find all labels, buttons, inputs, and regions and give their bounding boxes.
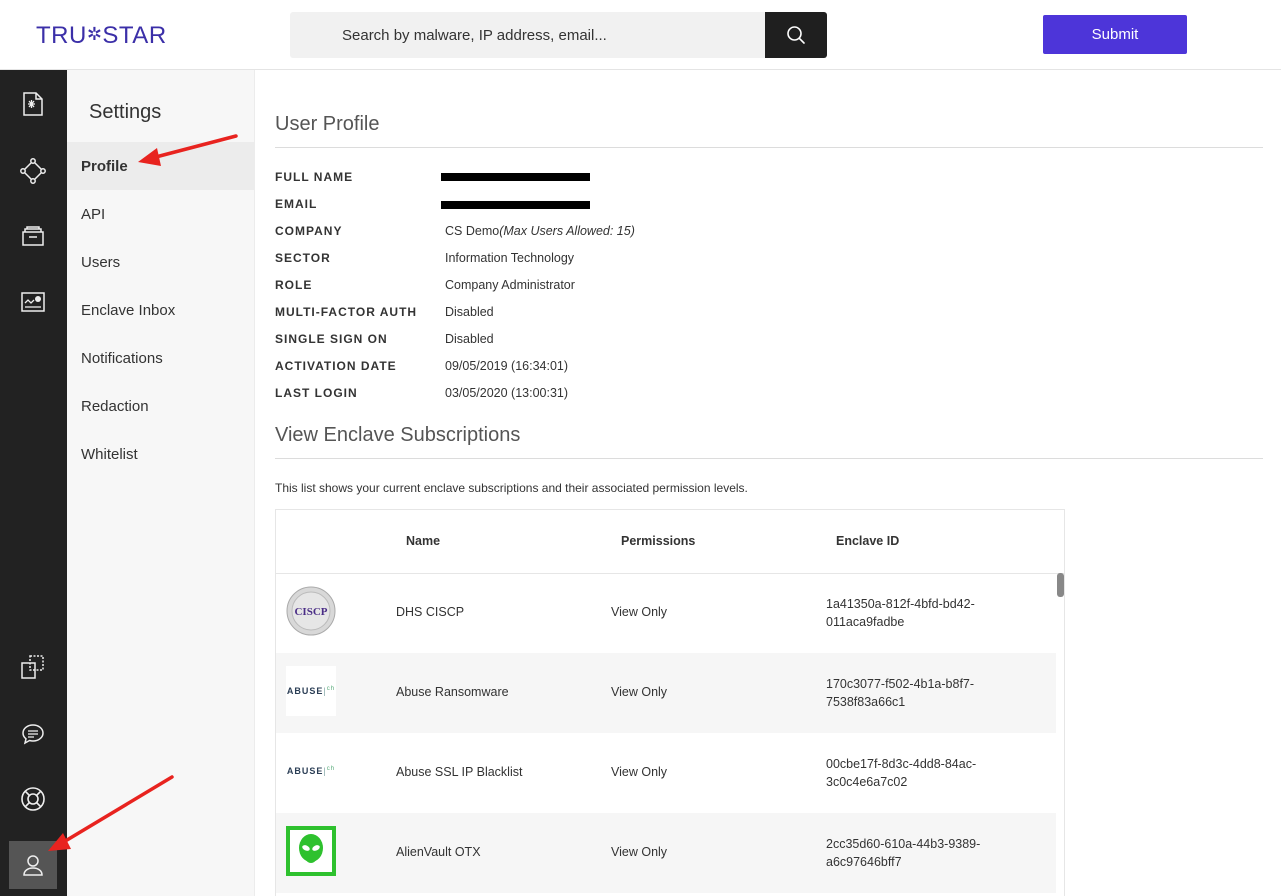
field-value-mfa: Disabled [445, 305, 494, 319]
enclave-permissions: View Only [611, 685, 668, 699]
enclave-subscriptions-title: View Enclave Subscriptions [275, 424, 521, 446]
enclave-permissions: View Only [611, 845, 668, 859]
enclave-table: Name Permissions Enclave ID CISCP DHS CI… [275, 509, 1065, 896]
enclave-divider [275, 458, 1263, 459]
search-input[interactable] [290, 12, 765, 58]
abuse-logo-text: ABUSE [286, 686, 324, 696]
user-profile-button[interactable] [9, 841, 57, 889]
logo-star-icon: ✲ [86, 24, 103, 44]
enclave-id-line1: 170c3077-f502-4b1a-b8f7- [826, 677, 975, 691]
table-scrollbar[interactable] [1057, 573, 1064, 597]
sidebar-item-redaction[interactable]: Redaction [67, 382, 254, 430]
field-value-last-login: 03/05/2020 (13:00:31) [445, 386, 569, 400]
search-button[interactable] [765, 12, 827, 58]
enclave-name: Abuse SSL IP Blacklist [396, 765, 523, 779]
search-bar [290, 12, 827, 58]
field-value-role: Company Administrator [445, 278, 575, 292]
sidebar-item-profile[interactable]: Profile [67, 142, 254, 190]
enclave-id-line2: a6c97646bff7 [826, 855, 902, 869]
enclave-id-line2: 3c0c4e6a7c02 [826, 775, 908, 789]
top-header: TRU✲STAR Submit [0, 0, 1281, 70]
enclave-permissions: View Only [611, 605, 668, 619]
field-value-sso: Disabled [445, 332, 494, 346]
redacted-email [441, 201, 590, 209]
abuse-logo: ABUSE|ch [286, 666, 336, 716]
field-label-activation-date: ACTIVATION DATE [275, 359, 397, 373]
alienvault-logo [286, 826, 336, 876]
sidebar-item-enclave-inbox[interactable]: Enclave Inbox [67, 286, 254, 334]
submit-button[interactable]: Submit [1043, 15, 1187, 54]
sidebar-item-whitelist[interactable]: Whitelist [67, 430, 254, 478]
enclave-id-line1: 1a41350a-812f-4bfd-bd42- [826, 597, 975, 611]
column-header-name[interactable]: Name [406, 534, 440, 548]
field-label-email: EMAIL [275, 197, 318, 211]
field-label-mfa: MULTI-FACTOR AUTH [275, 305, 418, 319]
field-value-sector: Information Technology [445, 251, 575, 265]
field-label-last-login: LAST LOGIN [275, 386, 358, 400]
enclave-id-line2: 7538f83a66c1 [826, 695, 906, 709]
enclave-id-line1: 2cc35d60-610a-44b3-9389- [826, 837, 981, 851]
column-header-enclave-id[interactable]: Enclave ID [836, 534, 899, 548]
abuse-logo-text: ABUSE [286, 766, 324, 776]
enclave-permissions: View Only [611, 765, 668, 779]
enclave-id: 2cc35d60-610a-44b3-9389- a6c97646bff7 [826, 835, 996, 871]
enclave-id-line1: 00cbe17f-8d3c-4dd8-84ac- [826, 757, 977, 771]
sidebar-item-notifications[interactable]: Notifications [67, 334, 254, 382]
sidebar-item-users[interactable]: Users [67, 238, 254, 286]
field-label-sector: SECTOR [275, 251, 331, 265]
dashboard-icon[interactable] [20, 289, 46, 315]
ciscp-logo-text: CISCP [294, 606, 327, 618]
integrations-icon[interactable] [20, 654, 46, 680]
enclave-intro-text: This list shows your current enclave sub… [275, 481, 748, 495]
enclave-id-line2: 011aca9fadbe [826, 615, 905, 629]
logo-text-right: STAR [102, 22, 167, 49]
field-label-company: COMPANY [275, 224, 343, 238]
field-value-activation-date: 09/05/2019 (16:34:01) [445, 359, 569, 373]
field-value-company: CS Demo(Max Users Allowed: 15) [445, 224, 635, 238]
enclave-id: 1a41350a-812f-4bfd-bd42- 011aca9fadbe [826, 595, 996, 631]
ciscp-logo: CISCP [286, 586, 336, 636]
sidebar-item-api[interactable]: API [67, 190, 254, 238]
abuse-logo: ABUSE|ch [286, 766, 336, 776]
company-name: CS Demo [445, 224, 500, 238]
column-header-permissions[interactable]: Permissions [621, 534, 695, 548]
table-row[interactable]: ABUSE|ch Abuse Ransomware View Only 170c… [276, 653, 1056, 733]
icon-rail [0, 70, 67, 896]
user-icon [23, 855, 43, 876]
enclave-name: AlienVault OTX [396, 845, 481, 859]
enclave-id: 170c3077-f502-4b1a-b8f7- 7538f83a66c1 [826, 675, 996, 711]
enclave-name: DHS CISCP [396, 605, 465, 619]
app-root: TRU✲STAR Submit [0, 0, 1281, 896]
field-label-sso: SINGLE SIGN ON [275, 332, 388, 346]
trustar-logo[interactable]: TRU✲STAR [36, 22, 167, 50]
field-label-full-name: FULL NAME [275, 170, 354, 184]
table-row[interactable]: CISCP DHS CISCP View Only 1a41350a-812f-… [276, 573, 1056, 653]
abuse-logo-suffix: ch [326, 766, 336, 772]
abuse-logo-suffix: ch [326, 686, 336, 692]
help-icon[interactable] [20, 786, 46, 812]
logo-text-left: TRU [36, 22, 87, 49]
company-max-users-note: (Max Users Allowed: 15) [499, 224, 635, 238]
profile-divider [275, 147, 1263, 148]
table-row[interactable]: AlienVault OTX View Only 2cc35d60-610a-4… [276, 813, 1056, 893]
user-profile-title: User Profile [275, 113, 380, 135]
graph-icon[interactable] [20, 158, 46, 184]
archive-icon[interactable] [20, 223, 46, 249]
chat-icon[interactable] [20, 721, 46, 747]
field-label-role: ROLE [275, 278, 313, 292]
main-content: User Profile FULL NAME EMAIL COMPANY CS … [255, 70, 1281, 896]
settings-title: Settings [89, 101, 162, 123]
redacted-full-name [441, 173, 590, 181]
enclave-id: 00cbe17f-8d3c-4dd8-84ac- 3c0c4e6a7c02 [826, 755, 996, 791]
settings-sidebar: Settings Profile API Users Enclave Inbox… [67, 70, 255, 896]
table-row[interactable]: ABUSE|ch Abuse SSL IP Blacklist View Onl… [276, 733, 1056, 813]
reports-icon[interactable] [20, 91, 46, 117]
enclave-name: Abuse Ransomware [396, 685, 509, 699]
search-icon [787, 26, 805, 44]
